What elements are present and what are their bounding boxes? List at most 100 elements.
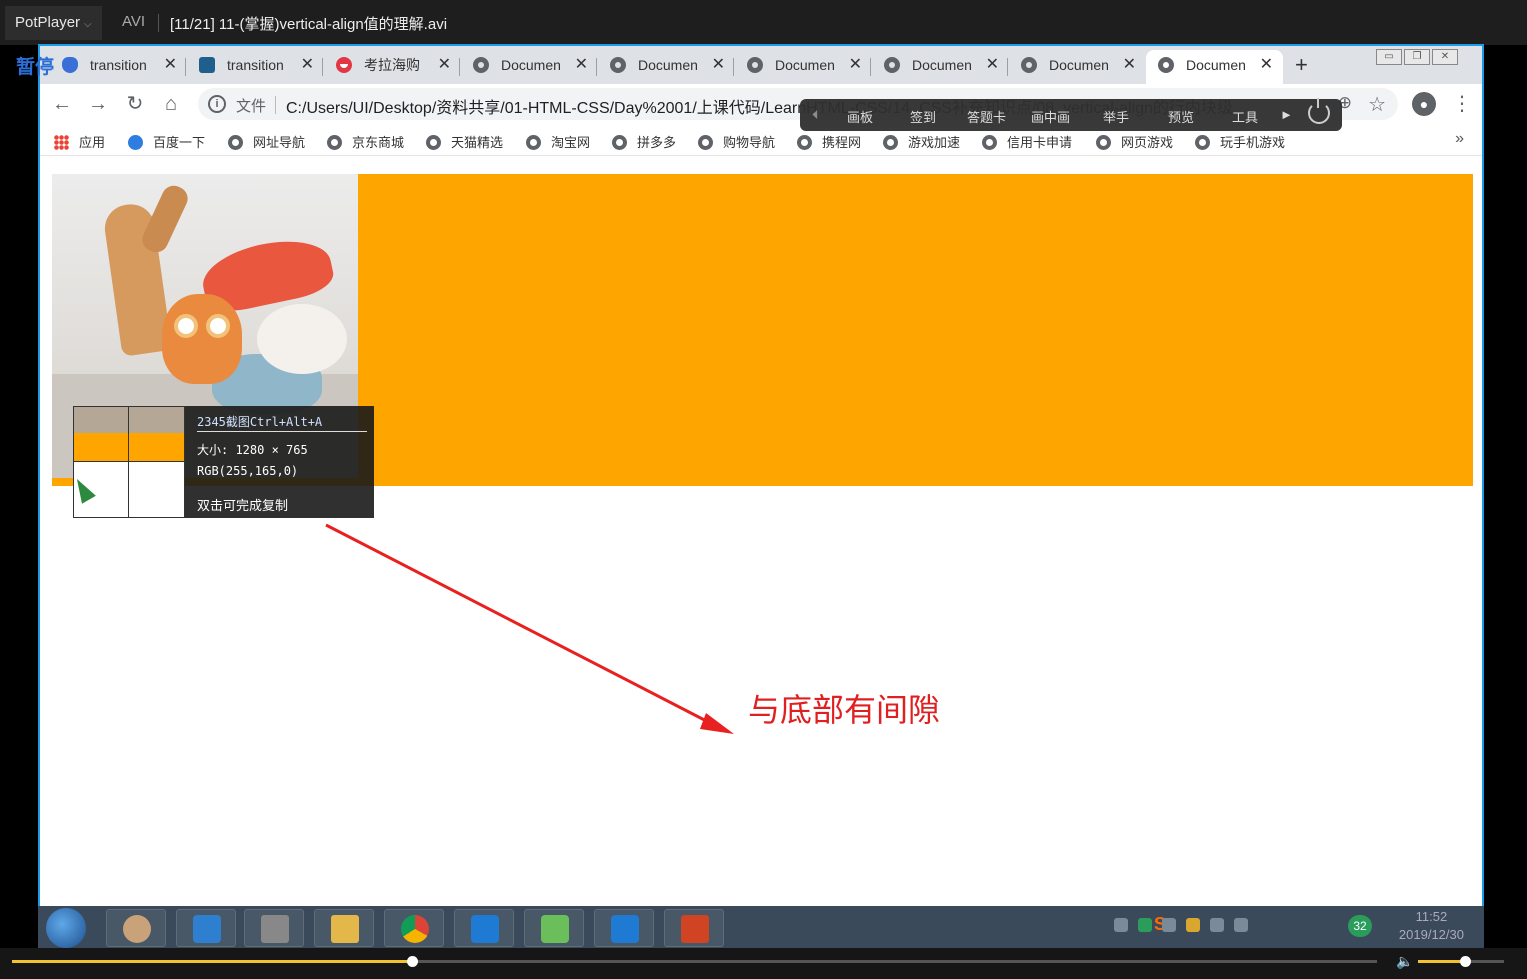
globe-icon bbox=[612, 135, 627, 150]
bookmark-label: 网址导航 bbox=[253, 135, 306, 150]
close-window-icon[interactable]: ✕ bbox=[1432, 49, 1458, 65]
bookmark-item[interactable]: 京东商城 bbox=[327, 132, 404, 151]
bookmark-item[interactable]: 玩手机游戏 bbox=[1195, 132, 1285, 151]
tab-divider bbox=[1007, 58, 1008, 76]
maximize-icon[interactable]: ❐ bbox=[1404, 49, 1430, 65]
profile-icon[interactable]: ● bbox=[1412, 92, 1436, 116]
toolbar-item[interactable]: 工具 bbox=[1232, 107, 1258, 126]
bookmark-item[interactable]: 游戏加速 bbox=[883, 132, 960, 151]
close-icon[interactable]: ✕ bbox=[849, 50, 862, 80]
windows-taskbar: S 32 11:52 2019/12/30 bbox=[38, 906, 1484, 948]
powerpoint-icon bbox=[681, 915, 709, 943]
volume-handle[interactable] bbox=[1460, 956, 1472, 967]
taskbar-app[interactable] bbox=[594, 909, 654, 947]
close-icon[interactable]: ✕ bbox=[1260, 50, 1273, 80]
tray-flag-icon[interactable] bbox=[1162, 918, 1176, 932]
toolbar-item[interactable]: 预览 bbox=[1168, 107, 1194, 126]
player-menu-button[interactable]: PotPlayer ⌵ bbox=[5, 6, 102, 40]
globe-icon bbox=[698, 135, 713, 150]
bookmarks-overflow-button[interactable]: » bbox=[1455, 130, 1464, 148]
bookmark-item[interactable]: 网址导航 bbox=[228, 132, 305, 151]
seek-handle[interactable] bbox=[406, 956, 418, 967]
chevron-down-icon: ⌵ bbox=[84, 19, 92, 30]
system-clock[interactable]: 11:52 2019/12/30 bbox=[1399, 908, 1464, 944]
bookmark-star-icon[interactable]: ☆ bbox=[1368, 92, 1386, 117]
bookmark-item[interactable]: 淘宝网 bbox=[526, 132, 590, 151]
home-icon[interactable]: ⌂ bbox=[159, 92, 183, 116]
tab-active[interactable]: Documen ✕ bbox=[1146, 50, 1283, 84]
power-icon[interactable] bbox=[1308, 98, 1330, 124]
tab[interactable]: transition ✕ bbox=[50, 50, 187, 84]
tab[interactable]: Documen ✕ bbox=[461, 50, 598, 84]
bookmark-item[interactable]: 天猫精选 bbox=[426, 132, 503, 151]
bookmark-label: 京东商城 bbox=[352, 135, 405, 150]
bookmark-item[interactable]: 携程网 bbox=[797, 132, 861, 151]
bookmark-item[interactable]: 百度一下 bbox=[128, 132, 205, 151]
tab[interactable]: Documen ✕ bbox=[872, 50, 1009, 84]
toolbar-item[interactable]: 画中画 bbox=[1031, 107, 1070, 126]
tab[interactable]: Documen ✕ bbox=[598, 50, 735, 84]
bookmark-label: 信用卡申请 bbox=[1007, 135, 1073, 150]
chrome-icon bbox=[401, 915, 429, 943]
new-tab-button[interactable]: + bbox=[1295, 50, 1308, 80]
taskbar-app[interactable] bbox=[106, 909, 166, 947]
bookmark-apps[interactable]: 应用 bbox=[54, 132, 105, 151]
tray-arrow-icon[interactable] bbox=[1114, 918, 1128, 932]
page-content: 2345截图Ctrl+Alt+A 大小: 1280 × 765 RGB(255,… bbox=[40, 157, 1482, 906]
bookmark-label: 携程网 bbox=[822, 135, 862, 150]
menu-kebab-icon[interactable]: ⋮ bbox=[1450, 92, 1474, 116]
volume-slider[interactable] bbox=[1418, 956, 1504, 967]
tab-divider bbox=[596, 58, 597, 76]
taskbar-app[interactable] bbox=[314, 909, 374, 947]
tray-plus-icon[interactable] bbox=[1186, 918, 1200, 932]
tab[interactable]: 考拉海购 ✕ bbox=[324, 50, 461, 84]
tray-security-icon[interactable] bbox=[1138, 918, 1152, 932]
bookmark-label: 淘宝网 bbox=[551, 135, 591, 150]
start-button-icon[interactable] bbox=[46, 908, 86, 948]
close-icon[interactable]: ✕ bbox=[712, 50, 725, 80]
tab-label: Documen bbox=[912, 57, 972, 73]
taskbar-app[interactable] bbox=[524, 909, 584, 947]
close-icon[interactable]: ✕ bbox=[164, 50, 177, 80]
annotation-arrow-line bbox=[325, 523, 719, 729]
taskbar-app[interactable] bbox=[176, 909, 236, 947]
toolbar-item[interactable]: 画板 bbox=[847, 107, 873, 126]
taskbar-app[interactable] bbox=[244, 909, 304, 947]
globe-icon bbox=[883, 135, 898, 150]
bookmark-label: 网页游戏 bbox=[1121, 135, 1174, 150]
taskbar-app[interactable] bbox=[664, 909, 724, 947]
close-icon[interactable]: ✕ bbox=[301, 50, 314, 80]
back-icon[interactable]: ← bbox=[50, 92, 74, 116]
tab[interactable]: transition ✕ bbox=[187, 50, 324, 84]
close-icon[interactable]: ✕ bbox=[438, 50, 451, 80]
clock-time: 11:52 bbox=[1415, 909, 1448, 924]
collapse-left-icon[interactable]: ⏴ bbox=[812, 107, 819, 123]
tray-volume-icon[interactable] bbox=[1234, 918, 1248, 932]
close-icon[interactable]: ✕ bbox=[575, 50, 588, 80]
close-icon[interactable]: ✕ bbox=[1123, 50, 1136, 80]
taskbar-app[interactable] bbox=[384, 909, 444, 947]
seek-bar[interactable] bbox=[12, 956, 1377, 967]
globe-icon bbox=[327, 135, 342, 150]
volume-icon[interactable]: 🔈 bbox=[1396, 953, 1413, 970]
play-arrow-icon[interactable]: ► bbox=[1280, 107, 1293, 122]
tab-divider bbox=[322, 58, 323, 76]
bookmark-item[interactable]: 信用卡申请 bbox=[982, 132, 1072, 151]
bookmark-item[interactable]: 拼多多 bbox=[612, 132, 676, 151]
info-icon[interactable]: i bbox=[208, 95, 226, 113]
close-icon[interactable]: ✕ bbox=[986, 50, 999, 80]
forward-icon[interactable]: → bbox=[86, 92, 110, 116]
toolbar-item[interactable]: 举手 bbox=[1103, 107, 1129, 126]
reload-icon[interactable]: ↻ bbox=[123, 92, 147, 116]
bookmark-item[interactable]: 网页游戏 bbox=[1096, 132, 1173, 151]
tab[interactable]: Documen ✕ bbox=[735, 50, 872, 84]
tab[interactable]: Documen ✕ bbox=[1009, 50, 1146, 84]
bookmark-item[interactable]: 购物导航 bbox=[698, 132, 775, 151]
player-brand: PotPlayer bbox=[15, 14, 81, 31]
toolbar-item[interactable]: 答题卡 bbox=[967, 107, 1006, 126]
tray-badge[interactable]: 32 bbox=[1348, 915, 1372, 937]
taskbar-app[interactable] bbox=[454, 909, 514, 947]
tray-network-icon[interactable] bbox=[1210, 918, 1224, 932]
toolbar-item[interactable]: 签到 bbox=[910, 107, 936, 126]
minimize-icon[interactable]: ▭ bbox=[1376, 49, 1402, 65]
